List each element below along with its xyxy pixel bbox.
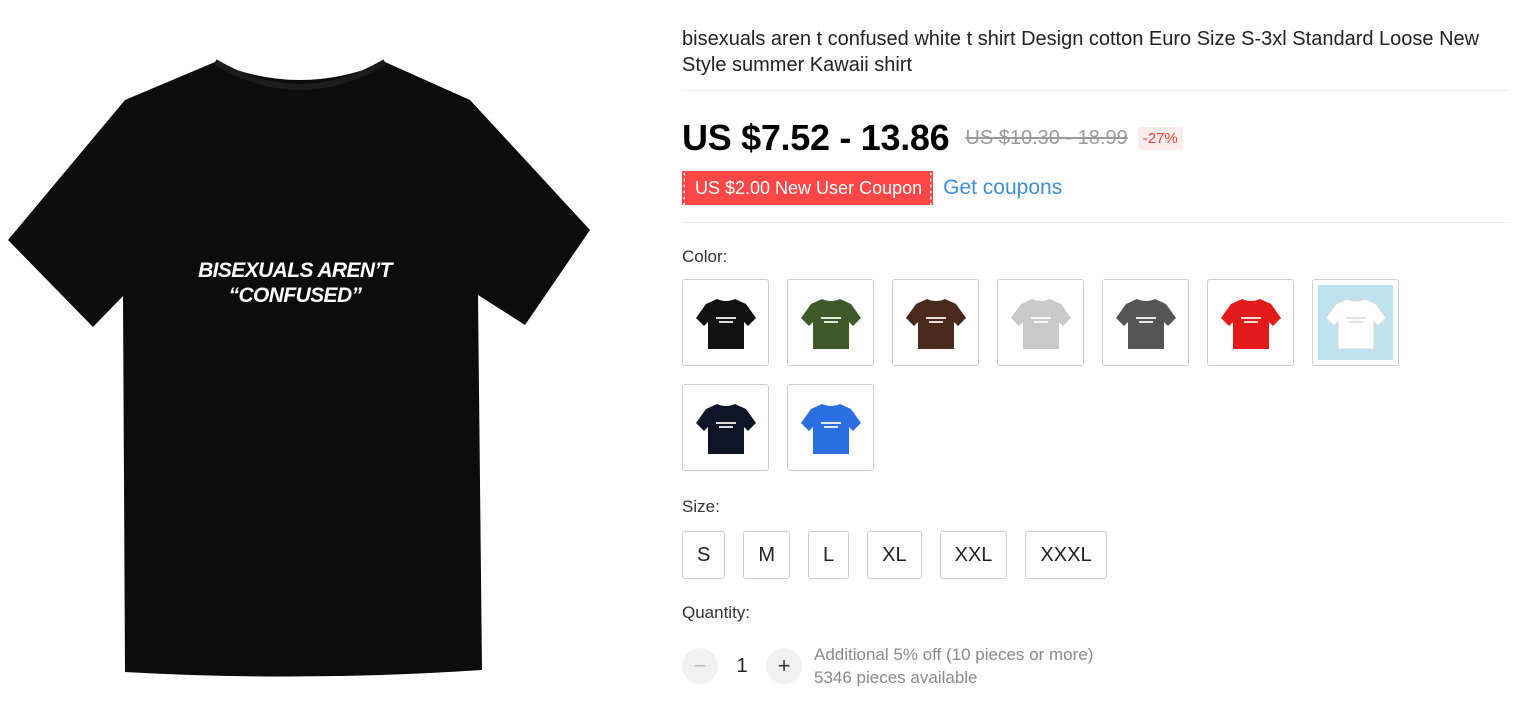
swatch-thumbnail xyxy=(793,390,868,465)
color-swatch-army-green[interactable] xyxy=(787,279,874,366)
tshirt-thumbnail-icon xyxy=(695,298,756,349)
swatch-thumbnail xyxy=(898,285,973,360)
size-option-xxxl[interactable]: XXXL xyxy=(1025,531,1107,579)
decrease-quantity-button[interactable]: − xyxy=(682,648,718,684)
color-swatch-navy[interactable] xyxy=(682,384,769,471)
swatch-thumbnail xyxy=(1213,285,1288,360)
color-swatch-black[interactable] xyxy=(682,279,769,366)
divider xyxy=(682,222,1508,223)
quantity-label: Quantity: xyxy=(682,603,751,622)
quantity-info: Additional 5% off (10 pieces or more) 53… xyxy=(814,643,1093,689)
size-label: Size: xyxy=(682,497,720,516)
current-price: US $7.52 - 13.86 xyxy=(682,117,950,158)
swatch-thumbnail xyxy=(1003,285,1078,360)
color-swatch-white[interactable] xyxy=(1312,279,1399,366)
tshirt-image xyxy=(8,59,590,677)
color-swatch-light-gray[interactable] xyxy=(997,279,1084,366)
tshirt-thumbnail-icon xyxy=(1220,298,1281,349)
bulk-discount-note: Additional 5% off (10 pieces or more) xyxy=(814,645,1094,664)
discount-badge: -27% xyxy=(1137,126,1183,150)
tshirt-thumbnail-icon xyxy=(800,298,861,349)
size-option-xxl[interactable]: XXL xyxy=(939,531,1008,579)
size-options: S M L XL XXL XXXL xyxy=(682,531,1508,579)
color-swatch-red[interactable] xyxy=(1207,279,1294,366)
swatch-thumbnail xyxy=(688,390,763,465)
tshirt-thumbnail-icon xyxy=(905,298,966,349)
color-swatch-brown[interactable] xyxy=(892,279,979,366)
tshirt-thumbnail-icon xyxy=(695,403,756,454)
color-swatches xyxy=(682,279,1508,471)
quantity-stepper: − 1 + Additional 5% off (10 pieces or mo… xyxy=(682,643,1508,689)
divider xyxy=(682,90,1508,91)
size-option-xl[interactable]: XL xyxy=(867,531,922,579)
shirt-print-text: BISEXUALS AREN’T “CONFUSED” xyxy=(140,258,450,308)
tshirt-thumbnail-icon xyxy=(800,403,861,454)
product-title: bisexuals aren t confused white t shirt … xyxy=(682,28,1480,76)
size-option-l[interactable]: L xyxy=(808,531,850,579)
product-info-panel: bisexuals aren t confused white t shirt … xyxy=(682,26,1508,689)
increase-quantity-button[interactable]: + xyxy=(766,648,802,684)
color-label: Color: xyxy=(682,247,728,266)
color-swatch-royal-blue[interactable] xyxy=(787,384,874,471)
quantity-value[interactable]: 1 xyxy=(718,655,766,678)
tshirt-thumbnail-icon xyxy=(1010,298,1071,349)
swatch-thumbnail xyxy=(1318,285,1393,360)
new-user-coupon[interactable]: US $2.00 New User Coupon xyxy=(682,171,934,205)
pieces-available: 5346 pieces available xyxy=(814,668,978,687)
tshirt-thumbnail-icon xyxy=(1115,298,1176,349)
original-price: US $10.30 - 18.99 xyxy=(965,126,1128,149)
swatch-thumbnail xyxy=(793,285,868,360)
main-product-image[interactable]: BISEXUALS AREN’T “CONFUSED” xyxy=(0,0,600,719)
print-line-1: BISEXUALS AREN’T xyxy=(198,259,392,282)
price-row: US $7.52 - 13.86 US $10.30 - 18.99 -27% xyxy=(682,114,1508,162)
tshirt-thumbnail-icon xyxy=(1324,297,1387,349)
size-option-m[interactable]: M xyxy=(743,531,791,579)
coupon-row: US $2.00 New User Coupon Get coupons xyxy=(682,170,1508,206)
swatch-thumbnail xyxy=(1108,285,1183,360)
print-line-2: “CONFUSED” xyxy=(228,284,362,307)
get-coupons-link[interactable]: Get coupons xyxy=(943,176,1062,200)
color-swatch-dark-gray[interactable] xyxy=(1102,279,1189,366)
swatch-thumbnail xyxy=(688,285,763,360)
size-option-s[interactable]: S xyxy=(682,531,726,579)
